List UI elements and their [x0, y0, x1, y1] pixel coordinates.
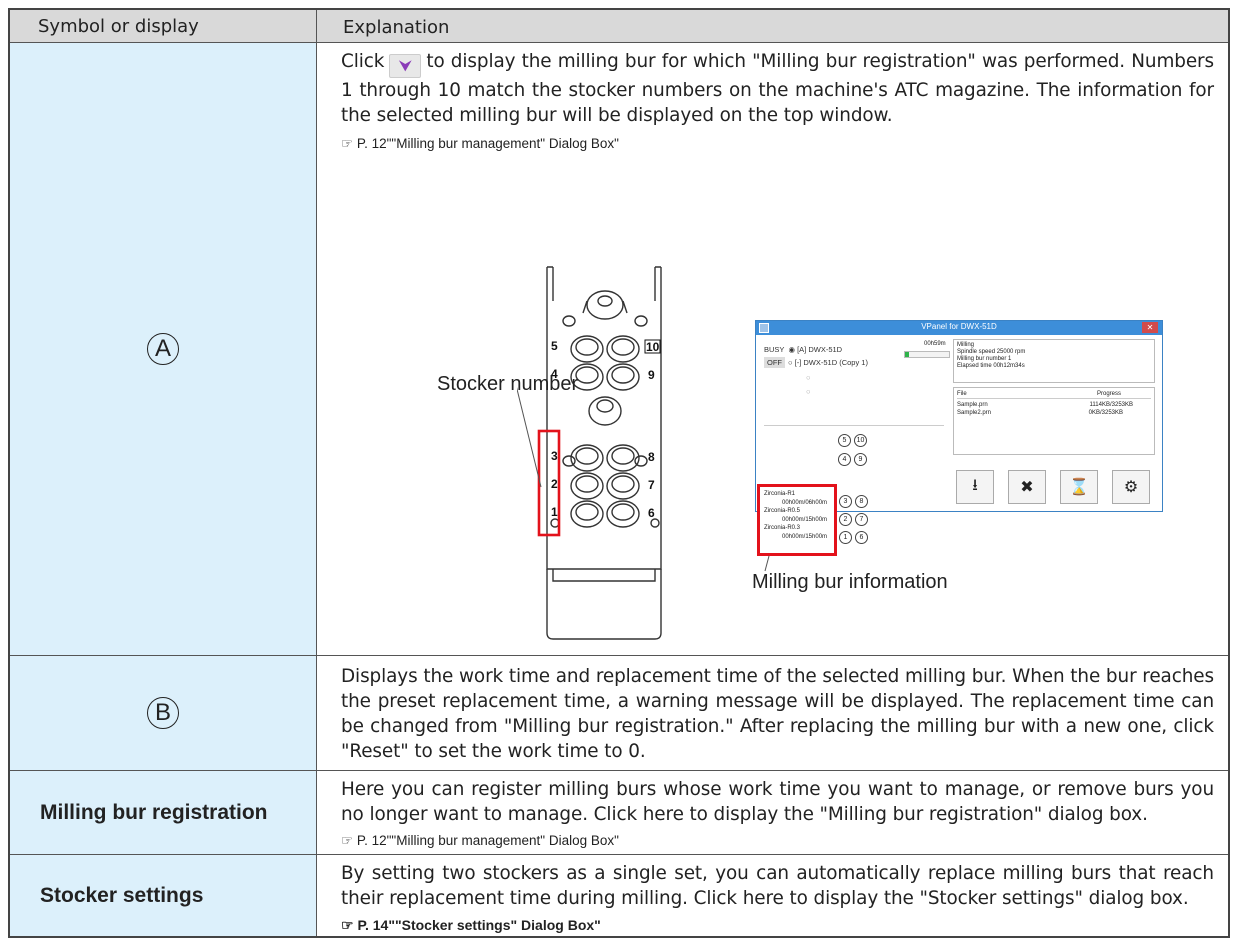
stocker-button[interactable]: 9 — [854, 453, 867, 466]
stocker-button[interactable]: 8 — [855, 495, 868, 508]
busy-label: BUSY — [764, 345, 785, 354]
milling-bur-registration-label: Milling bur registration — [40, 800, 268, 824]
row-stocker-reference: ☞ P. 14""Stocker settings" Dialog Box" — [341, 917, 601, 933]
table-row: Milling bur registration Here you can re… — [10, 770, 1228, 854]
radio-icon[interactable]: ○ — [806, 387, 868, 396]
radio-selected-icon: ◉ — [788, 345, 795, 354]
row-stocker-explanation: By setting two stockers as a single set,… — [317, 855, 1228, 936]
bur-info-highlight: Zirconia-R1 00h00m/06h00m Zirconia-R0.5 … — [757, 484, 837, 556]
magazine-number: 7 — [648, 478, 655, 492]
vpanel-title: VPanel for DWX-51D — [921, 322, 997, 331]
machine-name: [A] DWX-51D — [797, 345, 843, 354]
stocker-button[interactable]: 6 — [855, 531, 868, 544]
magazine-number: 6 — [648, 506, 655, 520]
stocker-button[interactable]: 2 — [839, 513, 852, 526]
magazine-number: 5 — [551, 339, 558, 353]
magazine-number: 3 — [551, 449, 558, 463]
magazine-number: 10 — [646, 340, 660, 354]
file-list[interactable]: File Progress Sample.prn 1114KB/3253KB Sam… — [953, 387, 1155, 455]
radio-icon[interactable]: ○ — [806, 373, 868, 382]
stocker-button[interactable]: 4 — [838, 453, 851, 466]
table-header: Symbol or display Explanation — [10, 10, 1228, 42]
list-item[interactable]: Sample.prn 1114KB/3253KB — [957, 401, 1151, 409]
cancel-button[interactable]: ✖ — [1008, 470, 1046, 504]
row-a-explanation: Click ⮟ to display the milling bur for whi… — [317, 43, 1228, 655]
row-b-text: Displays the work time and replacement t… — [341, 666, 1214, 762]
machine-row-1[interactable]: BUSY ◉ [A] DWX-51D — [764, 345, 868, 354]
machine-name: [-] DWX-51D (Copy 1) — [794, 358, 868, 367]
machine-row-2[interactable]: OFF ○ [-] DWX-51D (Copy 1) — [764, 357, 868, 368]
bur-info-caption: Milling bur information — [752, 571, 948, 593]
row-stocker-text: By setting two stockers as a single set,… — [341, 863, 1214, 909]
list-item[interactable]: Sample2.prn 0KB/3253KB — [957, 409, 1151, 417]
stocker-button[interactable]: 3 — [839, 495, 852, 508]
row-registration-reference: ☞ P. 12""Milling bur management" Dialog … — [341, 833, 619, 848]
magazine-number: 8 — [648, 450, 655, 464]
stocker-button[interactable]: 5 — [838, 434, 851, 447]
stocker-button[interactable]: 7 — [855, 513, 868, 526]
time-remaining: 00h59m — [924, 341, 946, 347]
milling-bur-button[interactable]: ⌛ — [1060, 470, 1098, 504]
circled-b-symbol: B — [147, 697, 179, 729]
row-registration-symbol: Milling bur registration — [10, 771, 317, 854]
settings-button[interactable]: ⚙ — [1112, 470, 1150, 504]
table-row: A Click ⮟ to display the milling bur for w… — [10, 42, 1228, 655]
circled-a-symbol: A — [147, 333, 179, 365]
close-button[interactable]: ✕ — [1142, 322, 1158, 333]
radio-icon: ○ — [788, 358, 793, 367]
table-row: Stocker settings By setting two stockers… — [10, 854, 1228, 936]
row-stocker-symbol: Stocker settings — [10, 855, 317, 936]
illustration: 5 4 3 2 1 10 9 8 7 6 Stocker number VPan… — [317, 43, 1231, 655]
stocker-button[interactable]: 1 — [839, 531, 852, 544]
atc-magazine-illustration: 5 4 3 2 1 10 9 8 7 6 — [517, 266, 662, 640]
magazine-number: 1 — [551, 505, 558, 519]
stocker-button[interactable]: 10 — [854, 434, 867, 447]
stocker-circles-lower: 38 27 16 — [839, 495, 868, 544]
stocker-circles: 5 10 49 — [838, 434, 867, 466]
send-file-button[interactable]: ⭳ — [956, 470, 994, 504]
header-symbol: Symbol or display — [10, 10, 317, 42]
stocker-settings-label: Stocker settings — [40, 883, 204, 907]
explanation-table: Symbol or display Explanation A Click ⮟ to… — [8, 8, 1230, 938]
vpanel-titlebar: VPanel for DWX-51D ✕ — [756, 321, 1162, 335]
stocker-number-caption: Stocker number — [437, 373, 579, 395]
row-registration-explanation: Here you can register milling burs whose… — [317, 771, 1228, 854]
row-b-symbol: B — [10, 656, 317, 770]
off-label: OFF — [764, 357, 785, 368]
row-a-symbol: A — [10, 43, 317, 655]
magazine-number: 2 — [551, 477, 558, 491]
magazine-number: 9 — [648, 368, 655, 382]
table-row: B Displays the work time and replacement… — [10, 655, 1228, 770]
status-panel: Milling Spindle speed 25000 rpm Milling … — [953, 339, 1155, 383]
row-b-explanation: Displays the work time and replacement t… — [317, 656, 1228, 770]
row-registration-text: Here you can register milling burs whose… — [341, 779, 1214, 825]
progress-bar — [904, 351, 950, 358]
header-explanation: Explanation — [317, 10, 1228, 42]
